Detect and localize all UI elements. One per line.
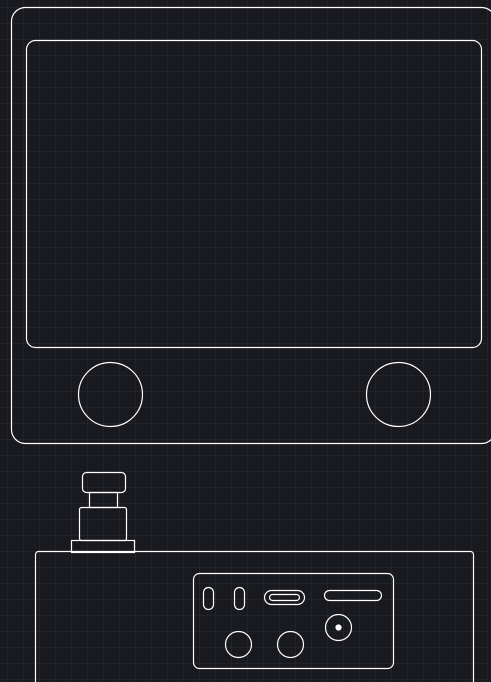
background <box>0 0 491 682</box>
drawing-canvas <box>0 0 491 682</box>
audio-jack-center <box>335 624 342 631</box>
